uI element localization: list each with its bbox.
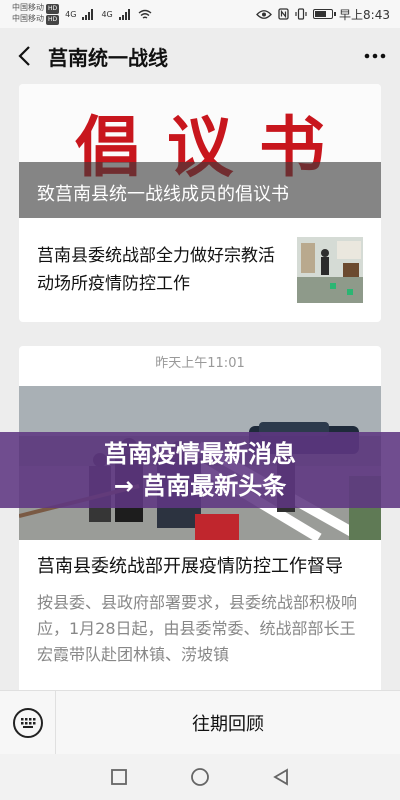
article-item-desc-2: 按县委、县政府部署要求，县委统战部积极响应，1月28日起，由县委常委、统战部部长… [37,593,358,664]
nfc-icon [278,8,289,20]
page-title: 莒南统一战线 [48,45,168,70]
hd-badge: HD [46,4,60,14]
status-right: 早上8:43 [256,6,390,23]
nav-bar: 莒南统一战线 [0,28,400,84]
carrier-block: 中国移动 HD 中国移动 HD [12,3,60,25]
article-item-title: 莒南县委统战部全力做好宗教活动场所疫情防控工作 [37,246,275,294]
menu-item-history[interactable]: 往期回顾 [56,710,400,736]
article-list: 倡议书 致莒南县统一战线成员的倡议书 莒南县委统战部全力做好宗教活动场所疫情防控… [0,84,400,690]
battery-icon [313,9,337,19]
cover-caption: 致莒南县统一战线成员的倡议书 [19,162,381,218]
circle-icon[interactable] [190,767,210,787]
keyboard-toggle-button[interactable] [0,690,56,755]
article-item-1[interactable]: 莒南县委统战部全力做好宗教活动场所疫情防控工作 [19,218,381,322]
signal-icon [82,8,94,20]
article-thumbnail [297,237,363,303]
more-button[interactable] [350,28,400,84]
eye-icon [256,9,272,19]
bottom-menu-bar: 往期回顾 [0,690,400,755]
status-bar: 中国移动 HD 中国移动 HD 4G 4G 早上8:43 [0,0,400,28]
back-button[interactable] [0,28,48,84]
status-time: 早上8:43 [339,7,390,22]
article-card-2: 昨天上午11:01 莒南县委统战部开展疫情防控工作督导 按县委、县政府部署要求，… [19,346,381,690]
square-icon[interactable] [110,768,128,786]
date-label: 昨天上午11:01 [155,356,245,371]
hd-badge-2: HD [46,15,60,25]
headline-banner: 莒南疫情最新消息 → 莒南最新头条 [0,432,400,508]
carrier-1: 中国移动 [12,3,44,12]
banner-line-2: → 莒南最新头条 [113,472,287,500]
triangle-back-icon[interactable] [272,768,290,786]
network-type: 4G [65,9,77,19]
status-left: 中国移动 HD 中国移动 HD 4G 4G [12,3,152,25]
cover-article-main[interactable]: 倡议书 致莒南县统一战线成员的倡议书 [19,84,381,218]
system-nav-bar [0,754,400,800]
vibrate-icon [295,8,307,20]
battery-fill [315,11,327,17]
network-type-2: 4G [101,9,113,19]
signal-icon-2 [118,8,130,20]
wifi-icon [138,9,152,19]
article-item-title-2[interactable]: 莒南县委统战部开展疫情防控工作督导 [19,540,381,582]
chevron-left-icon [18,46,30,66]
article-card-1: 倡议书 致莒南县统一战线成员的倡议书 莒南县委统战部全力做好宗教活动场所疫情防控… [19,84,381,322]
carrier-2: 中国移动 [12,14,44,23]
banner-line-1: 莒南疫情最新消息 [104,440,296,468]
more-icon [364,53,386,59]
keyboard-icon [12,707,43,738]
